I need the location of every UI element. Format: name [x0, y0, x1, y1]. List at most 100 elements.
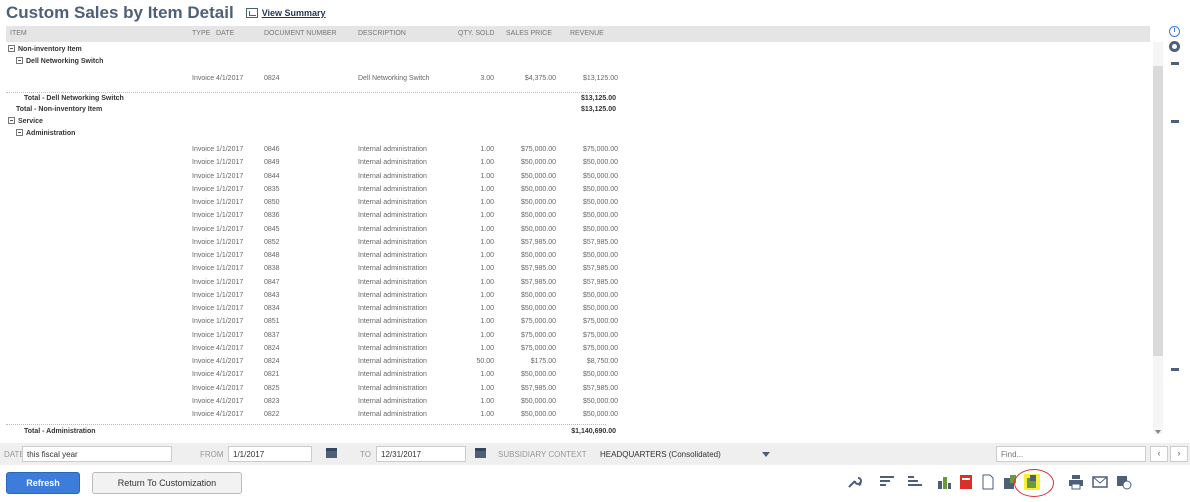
view-summary-link[interactable]: View Summary — [245, 8, 326, 18]
cell-price: $50,000.00 — [520, 252, 556, 259]
col-qty-sold[interactable]: QTY. SOLD — [458, 30, 494, 37]
cell-doc[interactable]: 0845 — [264, 226, 280, 233]
cell-qty: 1.00 — [480, 344, 494, 352]
cell-doc[interactable]: 0847 — [264, 279, 280, 286]
cell-price: $50,000.00 — [520, 159, 556, 167]
cell-doc[interactable]: 0837 — [264, 332, 280, 339]
table-row[interactable]: Invoice 1/1/2017 0834 Internal administrati… — [6, 304, 618, 315]
table-row[interactable]: Invoice 4/1/2017 0825 Internal administrati… — [6, 384, 618, 395]
scrollbar-thumb[interactable] — [1153, 66, 1163, 356]
document-icon[interactable] — [980, 474, 996, 490]
table-row[interactable]: Invoice 1/1/2017 0847 Internal administrati… — [6, 278, 618, 289]
cell-type: Invoice — [192, 344, 215, 352]
table-row[interactable]: Invoice 1/1/2017 0844 Internal administrati… — [6, 172, 618, 183]
calendar-icon[interactable] — [475, 448, 486, 458]
table-header: ITEM TYPE DATE DOCUMENT NUMBER DESCRIPTI… — [6, 26, 1150, 42]
chevron-down-icon[interactable] — [762, 452, 770, 457]
cell-desc: Internal administration — [358, 397, 427, 405]
email-icon[interactable] — [1092, 474, 1108, 490]
table-row[interactable]: Invoice 4/1/2017 0824 Internal administrati… — [6, 357, 618, 368]
date-range-input[interactable] — [22, 446, 172, 462]
cell-date: 1/1/2017 — [216, 185, 244, 193]
table-row[interactable]: Invoice 1/1/2017 0837 Internal administrati… — [6, 331, 618, 342]
find-input[interactable] — [996, 446, 1146, 462]
cell-price: $57,985.00 — [520, 278, 556, 286]
col-item[interactable]: ITEM — [10, 30, 27, 37]
chart-icon[interactable] — [936, 474, 952, 490]
table-row[interactable]: Invoice 1/1/2017 0846 Internal administrati… — [6, 145, 618, 156]
group-service[interactable]: Service — [8, 116, 43, 127]
prev-page-button[interactable]: ‹ — [1150, 446, 1168, 462]
cell-doc[interactable]: 0848 — [264, 252, 280, 259]
cell-doc[interactable]: 0843 — [264, 292, 280, 299]
cell-price: $50,000.00 — [520, 411, 556, 418]
cell-desc: Internal administration — [358, 331, 427, 339]
group-administration[interactable]: Administration — [16, 128, 75, 139]
cell-doc[interactable]: 0844 — [264, 173, 280, 180]
table-row[interactable]: Invoice 1/1/2017 0851 Internal administrati… — [6, 317, 618, 328]
col-description[interactable]: DESCRIPTION — [358, 30, 406, 37]
table-row[interactable]: Invoice 1/1/2017 0852 Internal administrati… — [6, 238, 618, 249]
col-date[interactable]: DATE — [216, 30, 234, 37]
cell-doc[interactable]: 0822 — [264, 411, 280, 418]
vertical-scrollbar[interactable] — [1150, 26, 1166, 440]
schedule-icon[interactable] — [1116, 474, 1132, 490]
cell-doc[interactable]: 0824 — [264, 75, 280, 82]
table-row[interactable]: Invoice 1/1/2017 0848 Internal administrati… — [6, 251, 618, 262]
table-row[interactable]: Invoice 1/1/2017 0850 Internal administrati… — [6, 198, 618, 209]
scroll-down-arrow[interactable] — [1155, 430, 1161, 434]
cell-doc[interactable]: 0836 — [264, 212, 280, 219]
cell-price: $50,000.00 — [520, 212, 556, 220]
calendar-icon[interactable] — [326, 448, 337, 458]
cell-doc[interactable]: 0823 — [264, 398, 280, 405]
table-row[interactable]: Invoice 1/1/2017 0849 Internal administrati… — [6, 158, 618, 169]
table-row[interactable]: Invoice 1/1/2017 0838 Internal administrati… — [6, 264, 618, 275]
cell-doc[interactable]: 0821 — [264, 371, 280, 378]
next-page-button[interactable]: › — [1170, 446, 1188, 462]
cell-doc[interactable]: 0846 — [264, 146, 280, 153]
table-row[interactable]: Invoice 1/1/2017 0836 Internal administrati… — [6, 211, 618, 222]
group-non-inventory[interactable]: Non-inventory Item — [8, 44, 82, 55]
group-dell-networking-switch[interactable]: Dell Networking Switch — [16, 56, 103, 67]
cell-doc[interactable]: 0851 — [264, 318, 280, 325]
table-row[interactable]: Invoice 4/1/2017 0824 Dell Networking Switc… — [6, 74, 618, 85]
cell-doc[interactable]: 0850 — [264, 199, 280, 206]
table-row[interactable]: Invoice 4/1/2017 0821 Internal administrati… — [6, 370, 618, 381]
table-row[interactable]: Invoice 1/1/2017 0843 Internal administrati… — [6, 291, 618, 302]
table-row[interactable]: Invoice 1/1/2017 0845 Internal administrati… — [6, 225, 618, 236]
table-row[interactable]: Invoice 1/1/2017 0835 Internal administrati… — [6, 185, 618, 196]
cell-doc[interactable]: 0852 — [264, 239, 280, 246]
sort-descending-icon[interactable] — [908, 476, 922, 488]
cell-price: $50,000.00 — [520, 199, 556, 206]
to-date-input[interactable] — [376, 446, 466, 462]
col-type[interactable]: TYPE — [192, 30, 210, 37]
cell-doc[interactable]: 0834 — [264, 305, 280, 312]
info-icon[interactable]: i — [1169, 26, 1180, 37]
table-row[interactable]: Invoice 4/1/2017 0824 Internal administrati… — [6, 344, 618, 355]
print-icon[interactable] — [1068, 474, 1084, 490]
cell-date: 4/1/2017 — [216, 371, 244, 379]
collapse-icon[interactable] — [8, 117, 15, 124]
cell-doc[interactable]: 0849 — [264, 159, 280, 166]
subsidiary-select[interactable]: HEADQUARTERS (Consolidated) — [600, 450, 721, 459]
gear-icon[interactable] — [1169, 41, 1180, 52]
col-sales-price[interactable]: SALES PRICE — [506, 30, 552, 37]
cell-doc[interactable]: 0838 — [264, 265, 280, 272]
collapse-icon[interactable] — [16, 129, 23, 136]
collapse-icon[interactable] — [16, 57, 23, 64]
cell-price: $75,000.00 — [520, 318, 556, 326]
from-date-input[interactable] — [228, 446, 312, 462]
customize-wrench-icon[interactable] — [846, 474, 862, 490]
sort-ascending-icon[interactable] — [880, 476, 894, 488]
collapse-icon[interactable] — [8, 45, 15, 52]
cell-type: Invoice — [192, 212, 215, 220]
table-row[interactable]: Invoice 4/1/2017 0823 Internal administrati… — [6, 397, 618, 408]
table-row[interactable]: Invoice 4/1/2017 0822 Internal administrati… — [6, 410, 618, 421]
cell-doc[interactable]: 0824 — [264, 345, 280, 352]
cell-doc[interactable]: 0824 — [264, 358, 280, 365]
col-revenue[interactable]: REVENUE — [570, 30, 604, 37]
pdf-icon[interactable] — [958, 474, 974, 490]
col-document-number[interactable]: DOCUMENT NUMBER — [264, 30, 337, 37]
cell-doc[interactable]: 0835 — [264, 186, 280, 193]
cell-doc[interactable]: 0825 — [264, 385, 280, 392]
